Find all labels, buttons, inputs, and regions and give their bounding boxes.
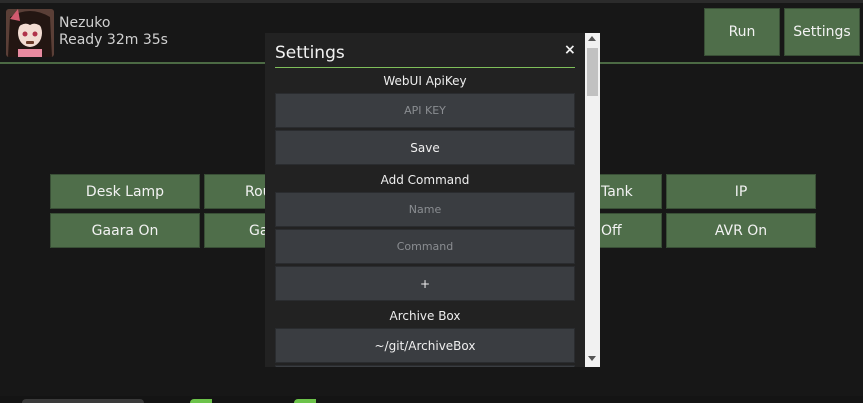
save-button[interactable]: Save [275,130,575,165]
next-field[interactable] [275,365,575,367]
bottom-tab-indicator[interactable] [294,399,316,403]
user-name: Nezuko [59,15,111,31]
api-key-input[interactable] [276,94,574,127]
gaara-on-button[interactable]: Gaara On [50,213,200,248]
ip-button[interactable]: IP [666,174,816,209]
name-input[interactable] [276,193,574,226]
run-button[interactable]: Run [704,8,780,56]
scroll-down-icon[interactable] [588,356,596,361]
settings-button[interactable]: Settings [784,8,860,56]
avatar [6,9,54,57]
rou-button[interactable]: Rou [204,174,266,209]
close-icon[interactable]: × [564,42,576,58]
command-input[interactable] [276,230,574,263]
webui-apikey-label: WebUI ApiKey [383,73,467,88]
bottom-tab-indicator[interactable] [190,399,212,403]
api-key-field[interactable] [275,93,575,128]
scroll-thumb[interactable] [587,48,598,96]
desk-lamp-button[interactable]: Desk Lamp [50,174,200,209]
archive-box-label: Archive Box [389,308,461,323]
command-field[interactable] [275,229,575,264]
add-command-label: Add Command [380,172,470,187]
archive-path-field[interactable]: ~/git/ArchiveBox [275,328,575,363]
add-command-button[interactable]: + [275,266,575,301]
modal-scrollbar[interactable] [585,33,600,367]
ga-button[interactable]: Ga [204,213,266,248]
avr-on-button[interactable]: AVR On [666,213,816,248]
name-field[interactable] [275,192,575,227]
bottom-pill[interactable] [22,399,144,403]
scroll-up-icon[interactable] [588,36,596,41]
ready-status: Ready 32m 35s [59,32,168,48]
settings-modal: Settings × WebUI ApiKey Save Add Command… [265,33,600,367]
modal-body: WebUI ApiKey Save Add Command + Archive … [275,68,575,367]
modal-title: Settings [275,43,345,63]
avatar-image [6,9,54,57]
